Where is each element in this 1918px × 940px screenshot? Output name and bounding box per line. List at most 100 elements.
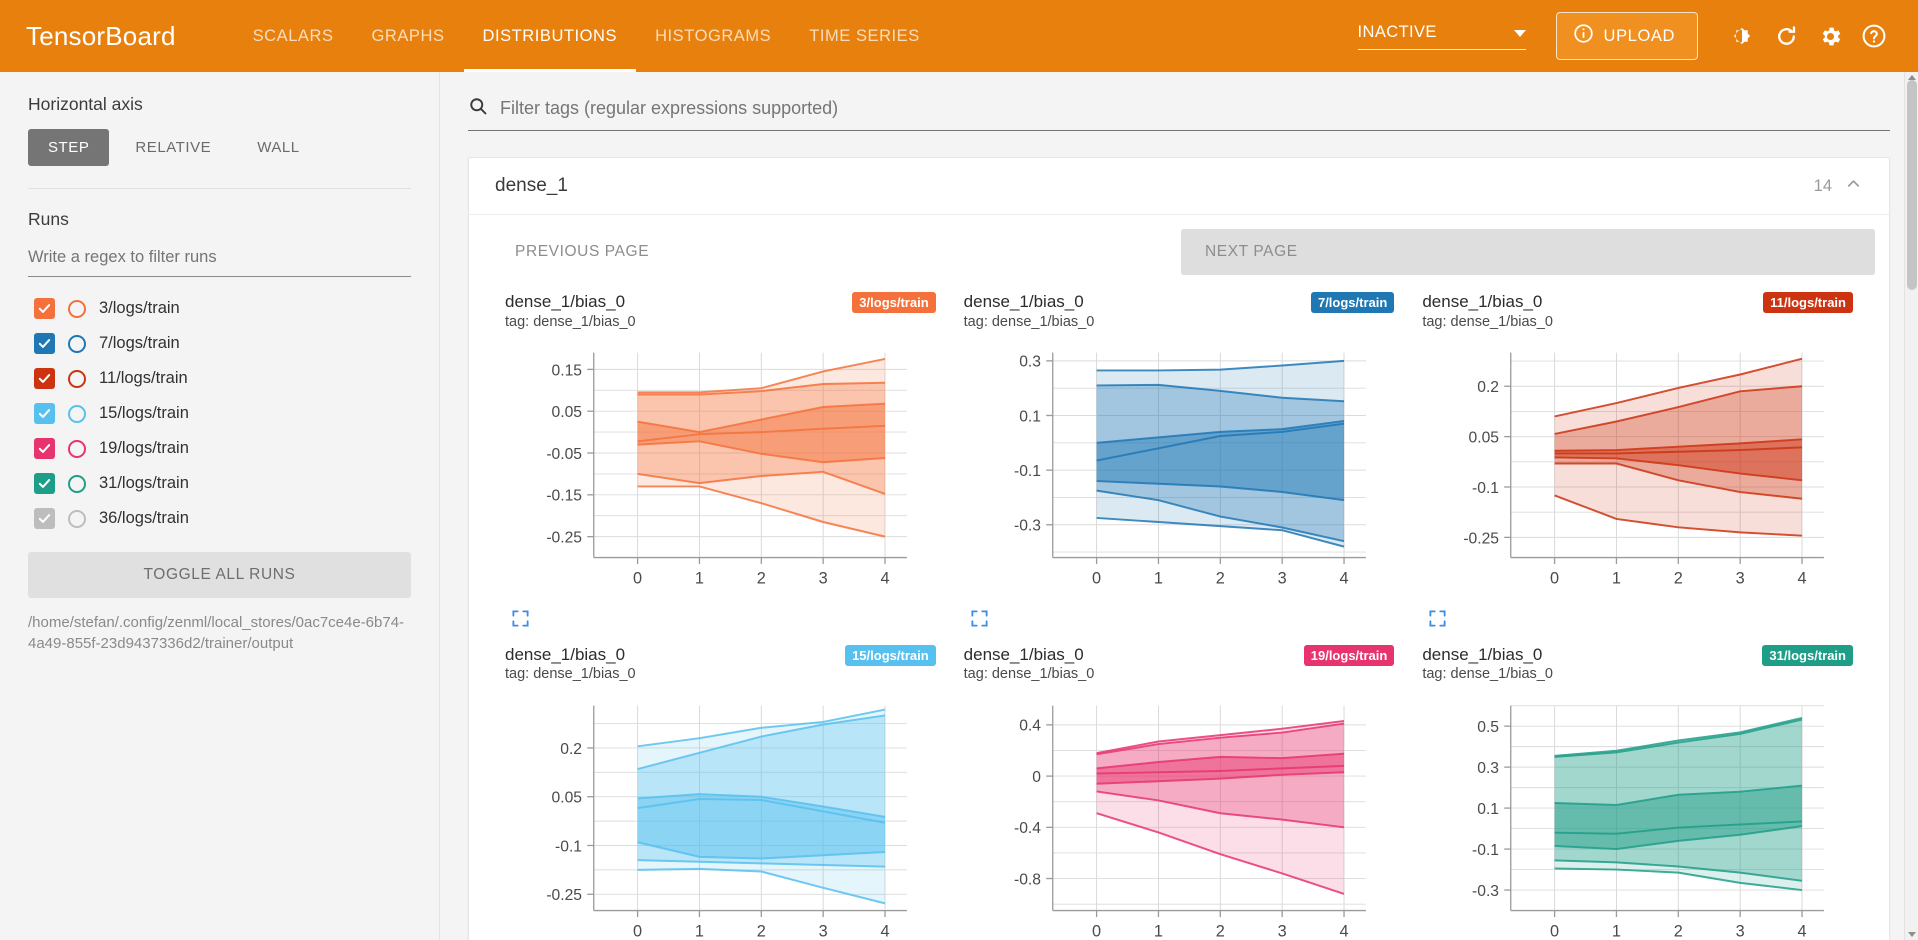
axis-option-relative[interactable]: RELATIVE xyxy=(115,129,231,166)
chart-plot[interactable]: -0.25 -0.1 0.05 0.2 0 1 2 3 4 xyxy=(505,690,936,940)
run-label: 19/logs/train xyxy=(99,439,189,457)
toggle-all-runs-button[interactable]: TOGGLE ALL RUNS xyxy=(28,552,411,598)
chart-titles: dense_1/bias_0 tag: dense_1/bias_0 xyxy=(1422,291,1553,331)
chart-titles: dense_1/bias_0 tag: dense_1/bias_0 xyxy=(1422,644,1553,684)
chart-tag-label: tag: dense_1/bias_0 xyxy=(505,666,636,683)
run-checkbox[interactable] xyxy=(34,333,55,354)
upload-button[interactable]: UPLOAD xyxy=(1555,12,1698,60)
main-nav-tabs: SCALARS GRAPHS DISTRIBUTIONS HISTOGRAMS … xyxy=(234,0,939,72)
tab-graphs[interactable]: GRAPHS xyxy=(353,0,464,72)
svg-text:0.2: 0.2 xyxy=(560,740,582,757)
run-item[interactable]: 19/logs/train xyxy=(28,431,411,466)
svg-text:4: 4 xyxy=(1339,922,1348,940)
tab-scalars[interactable]: SCALARS xyxy=(234,0,353,72)
main-content: dense_1 14 PREVIOUS PAGE NEXT PAGE dense… xyxy=(440,72,1918,940)
run-badge: 15/logs/train xyxy=(845,644,936,666)
tab-label: HISTOGRAMS xyxy=(655,26,772,45)
run-color-circle-icon[interactable] xyxy=(68,404,86,423)
chart-plot[interactable]: -0.3 -0.1 0.1 0.3 0.5 0 1 2 3 4 xyxy=(1422,690,1853,940)
main-scrollbar[interactable] xyxy=(1904,72,1918,940)
run-checkbox[interactable] xyxy=(34,508,55,529)
charts-grid: dense_1/bias_0 tag: dense_1/bias_0 3/logs/… xyxy=(469,281,1889,940)
svg-text:-0.1: -0.1 xyxy=(1014,463,1041,480)
runs-regex-input[interactable] xyxy=(28,244,411,277)
chart-title: dense_1/bias_0 xyxy=(1422,292,1543,311)
chart-title: dense_1/bias_0 xyxy=(505,292,626,311)
run-color-circle-icon[interactable] xyxy=(68,334,86,353)
run-checkbox[interactable] xyxy=(34,438,55,459)
run-item[interactable]: 3/logs/train xyxy=(28,291,411,326)
run-label: 15/logs/train xyxy=(99,404,189,422)
run-checkbox[interactable] xyxy=(34,368,55,389)
run-item[interactable]: 7/logs/train xyxy=(28,326,411,361)
scroll-down-arrow-icon[interactable] xyxy=(1908,932,1916,937)
next-page-button[interactable]: NEXT PAGE xyxy=(1181,229,1875,275)
svg-text:0.3: 0.3 xyxy=(1478,760,1500,777)
run-color-circle-icon[interactable] xyxy=(68,509,86,528)
help-icon xyxy=(1861,23,1887,49)
chart-titles: dense_1/bias_0 tag: dense_1/bias_0 xyxy=(505,644,636,684)
svg-text:3: 3 xyxy=(819,922,828,940)
chart-plot[interactable]: -0.25 -0.1 0.05 0.2 0 1 2 3 4 xyxy=(1422,337,1853,605)
expand-chart-icon[interactable] xyxy=(970,609,1395,628)
horizontal-axis-title: Horizontal axis xyxy=(28,94,143,114)
chart-card: dense_1/bias_0 tag: dense_1/bias_0 7/logs/… xyxy=(950,281,1409,634)
run-color-circle-icon[interactable] xyxy=(68,369,86,388)
tab-distributions[interactable]: DISTRIBUTIONS xyxy=(463,0,637,72)
expand-chart-icon[interactable] xyxy=(511,609,936,628)
svg-text:4: 4 xyxy=(1798,922,1807,940)
chart-header: dense_1/bias_0 tag: dense_1/bias_0 15/logs… xyxy=(505,644,936,686)
gear-icon xyxy=(1818,24,1843,49)
svg-text:4: 4 xyxy=(880,570,889,588)
svg-text:-0.1: -0.1 xyxy=(555,838,582,855)
run-checkbox[interactable] xyxy=(34,403,55,424)
chevron-down-icon xyxy=(1513,29,1526,37)
refresh-button[interactable] xyxy=(1764,14,1808,58)
tag-group-header[interactable]: dense_1 14 xyxy=(469,158,1889,215)
svg-text:-0.15: -0.15 xyxy=(546,488,582,505)
svg-text:0: 0 xyxy=(633,570,642,588)
svg-text:1: 1 xyxy=(695,922,704,940)
tab-time-series[interactable]: TIME SERIES xyxy=(790,0,939,72)
run-item[interactable]: 11/logs/train xyxy=(28,361,411,396)
expand-chart-icon[interactable] xyxy=(1428,609,1853,628)
axis-option-step[interactable]: STEP xyxy=(28,129,110,166)
chart-plot[interactable]: -0.8 -0.4 0 0.4 0 1 2 3 4 xyxy=(964,690,1395,940)
run-item[interactable]: 36/logs/train xyxy=(28,501,411,536)
scrollbar-thumb[interactable] xyxy=(1907,80,1917,290)
run-checkbox[interactable] xyxy=(34,473,55,494)
tag-filter-input[interactable] xyxy=(498,97,1890,120)
tag-group-count: 14 xyxy=(1813,176,1832,195)
info-icon xyxy=(1573,23,1594,49)
brightness-toggle-button[interactable] xyxy=(1720,14,1764,58)
chart-titles: dense_1/bias_0 tag: dense_1/bias_0 xyxy=(505,291,636,331)
refresh-icon xyxy=(1774,24,1799,49)
chart-header: dense_1/bias_0 tag: dense_1/bias_0 31/logs… xyxy=(1422,644,1853,686)
svg-text:4: 4 xyxy=(1798,570,1807,588)
chart-header: dense_1/bias_0 tag: dense_1/bias_0 7/logs/… xyxy=(964,291,1395,333)
run-color-circle-icon[interactable] xyxy=(68,439,86,458)
svg-text:2: 2 xyxy=(1674,570,1683,588)
tab-histograms[interactable]: HISTOGRAMS xyxy=(636,0,790,72)
previous-page-button[interactable]: PREVIOUS PAGE xyxy=(491,229,1181,275)
run-item[interactable]: 31/logs/train xyxy=(28,466,411,501)
chart-tag-label: tag: dense_1/bias_0 xyxy=(963,666,1095,683)
run-item[interactable]: 15/logs/train xyxy=(28,396,411,431)
sidebar-divider xyxy=(28,188,411,189)
reload-status-dropdown[interactable]: INACTIVE xyxy=(1357,23,1526,50)
run-color-circle-icon[interactable] xyxy=(68,299,86,318)
run-badge: 11/logs/train xyxy=(1763,292,1853,313)
run-badge: 31/logs/train xyxy=(1762,644,1853,666)
axis-option-wall[interactable]: WALL xyxy=(237,129,320,166)
chart-plot[interactable]: -0.3 -0.1 0.1 0.3 0 1 2 3 4 xyxy=(964,337,1395,605)
run-color-circle-icon[interactable] xyxy=(68,474,86,493)
help-button[interactable] xyxy=(1852,14,1896,58)
settings-button[interactable] xyxy=(1808,14,1852,58)
upload-button-label: UPLOAD xyxy=(1603,26,1675,45)
run-checkbox[interactable] xyxy=(34,298,55,319)
chevron-up-icon[interactable] xyxy=(1844,174,1863,198)
svg-text:3: 3 xyxy=(1736,570,1745,588)
chart-title: dense_1/bias_0 xyxy=(963,292,1084,311)
chart-plot[interactable]: -0.25 -0.15 -0.05 0.05 0.15 0 1 2 3 4 xyxy=(505,337,936,605)
svg-text:3: 3 xyxy=(1277,570,1286,588)
